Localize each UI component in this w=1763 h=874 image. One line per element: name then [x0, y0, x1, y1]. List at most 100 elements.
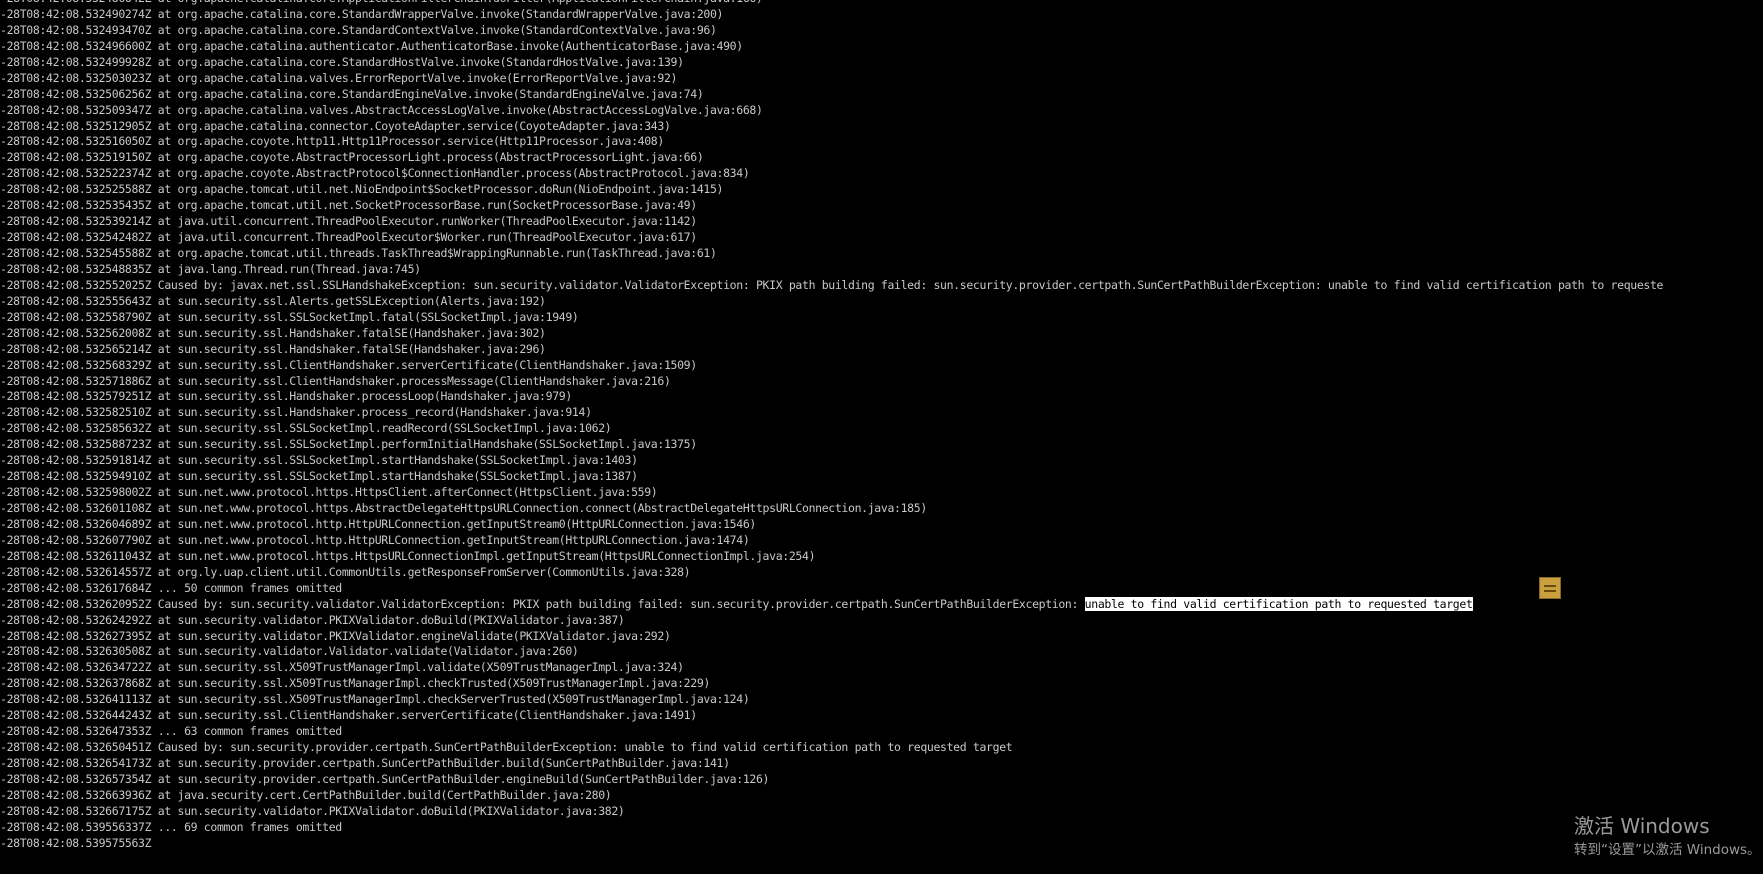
log-message: at org.apache.tomcat.util.threads.TaskTh…	[157, 246, 717, 260]
log-message: at sun.security.ssl.Handshaker.processLo…	[157, 389, 572, 404]
log-timestamp: -28T08:42:08.532496600Z	[0, 38, 152, 53]
log-timestamp: -28T08:42:08.532620952Z	[0, 596, 152, 611]
log-message: at sun.security.validator.PKIXValidator.…	[157, 628, 671, 643]
log-message: at org.apache.catalina.valves.AbstractAc…	[157, 102, 763, 117]
log-line: -28T08:42:08.532657354Z at sun.security.…	[0, 772, 1763, 788]
log-line: -28T08:42:08.532522374Z at org.apache.co…	[0, 166, 1763, 182]
log-line: -28T08:42:08.532545588Z at org.apache.to…	[0, 246, 1763, 262]
log-line: -28T08:42:08.532516050Z at org.apache.co…	[0, 134, 1763, 150]
log-timestamp: -28T08:42:08.539575563Z	[0, 835, 152, 850]
log-line: -28T08:42:08.532579251Z at sun.security.…	[0, 389, 1763, 405]
log-message: at sun.security.ssl.SSLSocketImpl.perfor…	[157, 437, 697, 452]
log-message: at java.lang.Thread.run(Thread.java:745)	[157, 261, 421, 276]
log-line: -28T08:42:08.532667175Z at sun.security.…	[0, 804, 1763, 820]
log-line: -28T08:42:08.532555643Z at sun.security.…	[0, 294, 1763, 310]
log-line: -28T08:42:08.532588723Z at sun.security.…	[0, 437, 1763, 453]
log-timestamp: -28T08:42:08.532647353Z	[0, 724, 152, 739]
log-timestamp: -28T08:42:08.532598002Z	[0, 485, 152, 500]
ime-icon-bar	[1544, 585, 1556, 587]
log-message: at org.apache.catalina.core.StandardWrap…	[157, 6, 724, 21]
log-message: at sun.security.validator.PKIXValidator.…	[157, 803, 625, 818]
log-timestamp: -28T08:42:08.532624292Z	[0, 612, 152, 627]
log-message: at sun.security.ssl.ClientHandshaker.ser…	[157, 708, 697, 723]
log-line: -28T08:42:08.532641113Z at sun.security.…	[0, 692, 1763, 708]
log-line: -28T08:42:08.539556337Z ... 69 common fr…	[0, 820, 1763, 836]
log-timestamp: -28T08:42:08.532663936Z	[0, 787, 152, 802]
log-timestamp: -28T08:42:08.532493470Z	[0, 22, 152, 37]
log-line: -28T08:42:08.532539214Z at java.util.con…	[0, 214, 1763, 230]
log-message: at sun.net.www.protocol.https.HttpsClien…	[157, 485, 658, 500]
log-message: at sun.security.ssl.ClientHandshaker.ser…	[157, 357, 697, 372]
log-timestamp: -28T08:42:08.532607790Z	[0, 532, 152, 547]
log-timestamp: -28T08:42:08.532571886Z	[0, 373, 152, 388]
activation-subtitle: 转到“设置”以激活 Windows。	[1574, 842, 1761, 858]
log-message: at sun.security.ssl.SSLSocketImpl.readRe…	[157, 421, 612, 436]
log-message: ... 63 common frames omitted	[157, 724, 342, 739]
log-line: -28T08:42:08.532582510Z at sun.security.…	[0, 405, 1763, 421]
log-line: -28T08:42:08.532535435Z at org.apache.to…	[0, 198, 1763, 214]
log-timestamp: -28T08:42:08.532522374Z	[0, 166, 152, 181]
ime-toolbar-icon[interactable]	[1539, 577, 1561, 599]
log-message: at java.util.concurrent.ThreadPoolExecut…	[157, 230, 697, 245]
log-line: -28T08:42:08.532630508Z at sun.security.…	[0, 644, 1763, 660]
log-timestamp: -28T08:42:08.532535435Z	[0, 198, 152, 213]
log-line: -28T08:42:08.532650451Z Caused by: sun.s…	[0, 740, 1763, 756]
log-line: -28T08:42:08.532571886Z at sun.security.…	[0, 374, 1763, 390]
log-message: at org.apache.catalina.valves.ErrorRepor…	[157, 70, 678, 85]
log-line: -28T08:42:08.532562008Z at sun.security.…	[0, 326, 1763, 342]
log-line: -28T08:42:08.532493470Z at org.apache.ca…	[0, 23, 1763, 39]
log-message: at sun.security.ssl.X509TrustManagerImpl…	[157, 692, 750, 707]
log-line: -28T08:42:08.532601108Z at sun.net.www.p…	[0, 501, 1763, 517]
log-message: at org.apache.catalina.core.ApplicationF…	[158, 0, 763, 5]
log-message: at sun.security.ssl.Handshaker.fatalSE(H…	[157, 325, 546, 340]
ime-icon-bar	[1544, 590, 1556, 592]
log-line: -28T08:42:08.539575563Z	[0, 836, 1763, 852]
log-line: -28T08:42:08.532503023Z at org.apache.ca…	[0, 71, 1763, 87]
log-line: -28T08:42:08.532490274Z at org.apache.ca…	[0, 7, 1763, 23]
log-message: at sun.security.validator.Validator.vali…	[157, 644, 579, 659]
activation-title: 激活 Windows	[1574, 814, 1710, 838]
log-message: at sun.security.ssl.X509TrustManagerImpl…	[157, 676, 711, 691]
log-message: at org.apache.catalina.core.StandardHost…	[157, 54, 684, 69]
log-timestamp: -28T08:42:08.532585632Z	[0, 421, 152, 436]
log-message: at sun.security.ssl.SSLSocketImpl.startH…	[157, 453, 638, 468]
log-line: -28T08:42:08.532525588Z at org.apache.to…	[0, 182, 1763, 198]
log-line: -28T08:42:08.532611043Z at sun.net.www.p…	[0, 549, 1763, 565]
log-line: -28T08:42:08.532558790Z at sun.security.…	[0, 310, 1763, 326]
log-timestamp: -28T08:42:08.532486642Z	[0, 0, 152, 5]
log-line: -28T08:42:08.532614557Z at org.ly.uap.cl…	[0, 565, 1763, 581]
log-line: -28T08:42:08.532627395Z at sun.security.…	[0, 629, 1763, 645]
log-line: -28T08:42:08.532542482Z at java.util.con…	[0, 230, 1763, 246]
log-message: at sun.security.ssl.ClientHandshaker.pro…	[157, 373, 671, 388]
log-message: ... 50 common frames omitted	[157, 580, 342, 595]
log-line: -28T08:42:08.532496600Z at org.apache.ca…	[0, 39, 1763, 55]
log-line: -28T08:42:08.532663936Z at java.security…	[0, 788, 1763, 804]
log-timestamp: -28T08:42:08.532641113Z	[0, 692, 152, 707]
log-message: Caused by: sun.security.validator.Valida…	[157, 596, 1085, 611]
log-message: at sun.net.www.protocol.https.AbstractDe…	[157, 501, 927, 515]
log-timestamp: -28T08:42:08.532579251Z	[0, 389, 152, 404]
log-line: -28T08:42:08.532591814Z at sun.security.…	[0, 453, 1763, 469]
log-message: at sun.security.ssl.Handshaker.process_r…	[157, 405, 592, 420]
selected-text[interactable]: unable to find valid certification path …	[1084, 596, 1473, 611]
log-message: at org.apache.tomcat.util.net.SocketProc…	[157, 198, 697, 213]
log-timestamp: -28T08:42:08.532594910Z	[0, 469, 152, 484]
log-message: at org.apache.coyote.AbstractProtocol$Co…	[157, 166, 750, 181]
log-timestamp: -28T08:42:08.532512905Z	[0, 118, 152, 133]
log-timestamp: -28T08:42:08.532654173Z	[0, 756, 152, 770]
log-timestamp: -28T08:42:08.539556337Z	[0, 819, 152, 834]
log-timestamp: -28T08:42:08.532503023Z	[0, 70, 152, 85]
terminal-output[interactable]: -28T08:42:08.532486642Z at org.apache.ca…	[0, 0, 1763, 874]
log-line: -28T08:42:08.532519150Z at org.apache.co…	[0, 150, 1763, 166]
log-line: -28T08:42:08.532565214Z at sun.security.…	[0, 342, 1763, 358]
log-line: -28T08:42:08.532654173Z at sun.security.…	[0, 756, 1763, 772]
log-line: -28T08:42:08.532509347Z at org.apache.ca…	[0, 103, 1763, 119]
log-message: ... 69 common frames omitted	[157, 819, 342, 834]
log-timestamp: -28T08:42:08.532588723Z	[0, 437, 152, 452]
log-timestamp: -28T08:42:08.532542482Z	[0, 230, 152, 245]
log-message: at org.apache.catalina.core.StandardCont…	[157, 22, 717, 37]
log-timestamp: -28T08:42:08.532568329Z	[0, 357, 152, 372]
log-timestamp: -28T08:42:08.532634722Z	[0, 660, 152, 675]
log-line: -28T08:42:08.532604689Z at sun.net.www.p…	[0, 517, 1763, 533]
log-timestamp: -28T08:42:08.532657354Z	[0, 771, 152, 786]
